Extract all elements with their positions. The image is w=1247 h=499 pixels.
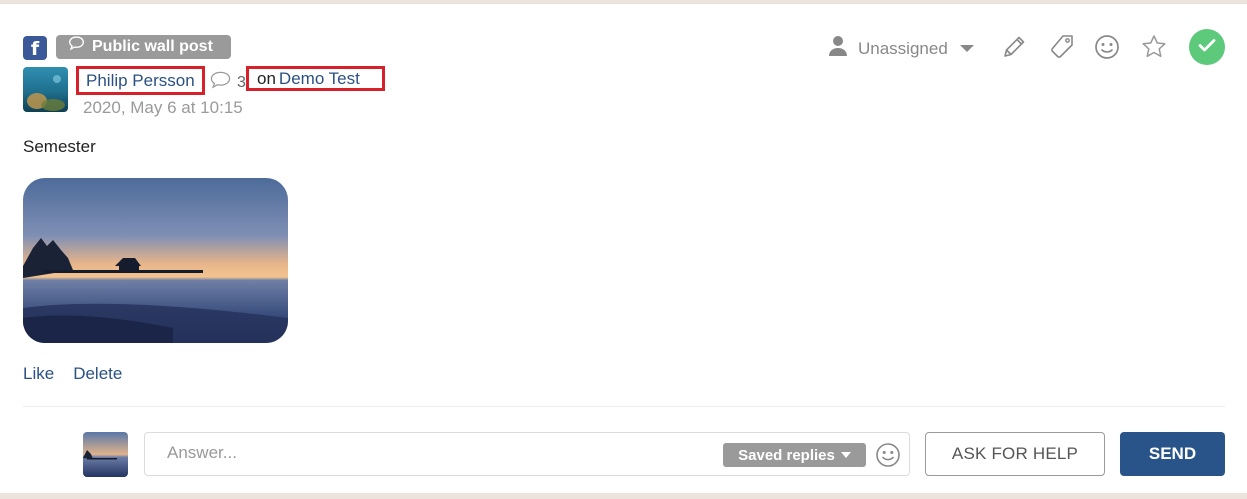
conversation-card: f Public wall post Philip Persson 3 on De… <box>0 3 1247 493</box>
post-type-label: Public wall post <box>92 38 213 55</box>
agent-avatar <box>83 432 128 477</box>
page-reference: on Demo Test <box>246 66 385 91</box>
ask-for-help-button[interactable]: ASK FOR HELP <box>925 432 1105 476</box>
user-icon <box>828 35 848 62</box>
divider <box>23 406 1225 407</box>
tag-icon[interactable] <box>1046 31 1078 63</box>
post-actions: Like Delete <box>23 364 122 384</box>
star-icon[interactable] <box>1138 31 1170 63</box>
delete-link[interactable]: Delete <box>73 364 122 384</box>
saved-replies-label: Saved replies <box>738 446 835 464</box>
speech-bubble-icon <box>68 35 85 59</box>
send-button[interactable]: SEND <box>1120 432 1225 476</box>
smiley-icon[interactable] <box>1091 31 1123 63</box>
emoji-picker-icon[interactable] <box>875 442 901 468</box>
author-name-link[interactable]: Philip Persson <box>76 66 205 95</box>
assignee-label: Unassigned <box>858 38 948 58</box>
on-label: on <box>257 69 276 88</box>
resolve-button[interactable] <box>1189 29 1225 65</box>
author-avatar[interactable] <box>23 67 68 112</box>
post-timestamp: 2020, May 6 at 10:15 <box>83 98 243 117</box>
reply-input[interactable] <box>167 443 707 463</box>
comment-count-value: 3 <box>237 73 246 91</box>
comment-count[interactable]: 3 <box>209 70 246 95</box>
post-text: Semester <box>23 137 96 156</box>
comment-icon <box>209 70 232 95</box>
page-name-link[interactable]: Demo Test <box>279 69 360 88</box>
reply-box: Saved replies <box>144 432 910 476</box>
pencil-icon[interactable] <box>998 31 1030 63</box>
post-image[interactable] <box>23 178 288 343</box>
chevron-down-icon <box>959 45 974 52</box>
assignee-dropdown[interactable]: Unassigned <box>828 35 974 62</box>
saved-replies-dropdown[interactable]: Saved replies <box>723 443 866 467</box>
post-type-badge: Public wall post <box>56 35 231 59</box>
facebook-icon: f <box>23 36 47 60</box>
check-icon <box>1196 34 1218 61</box>
caret-down-icon <box>840 452 851 458</box>
like-link[interactable]: Like <box>23 364 54 384</box>
